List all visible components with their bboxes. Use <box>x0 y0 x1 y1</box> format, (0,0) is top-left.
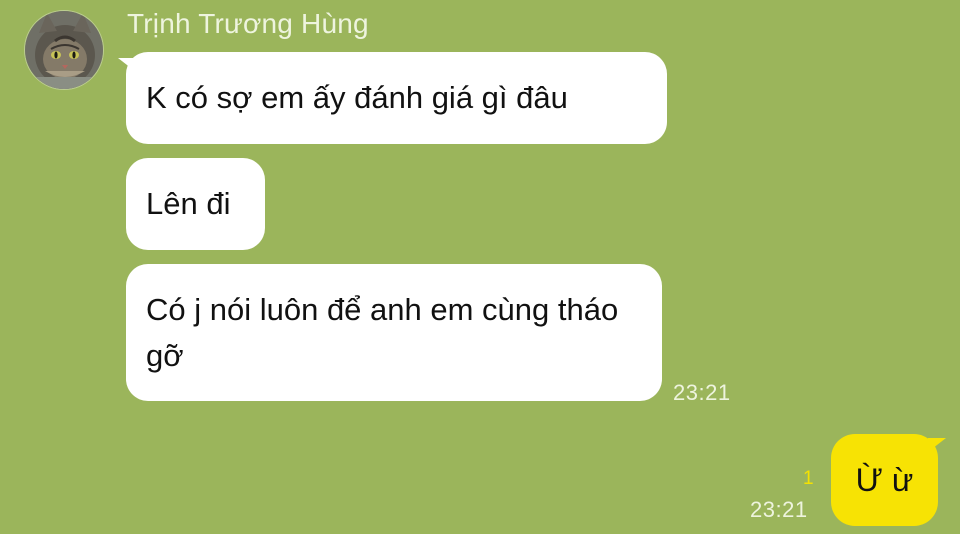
incoming-message[interactable]: K có sợ em ấy đánh giá gì đâu <box>126 52 667 144</box>
incoming-timestamp: 23:21 <box>673 380 731 405</box>
sender-name: Trịnh Trương Hùng <box>127 8 369 39</box>
incoming-message[interactable]: Lên đi <box>126 158 265 250</box>
avatar[interactable] <box>24 10 104 90</box>
outgoing-timestamp: 23:21 <box>750 497 808 522</box>
cat-avatar-icon <box>25 11 103 89</box>
outgoing-message[interactable]: Ừ ừ <box>831 434 938 526</box>
read-count: 1 <box>803 468 814 489</box>
chat-window: Trịnh Trương Hùng K có sợ em ấy đánh giá… <box>0 0 960 534</box>
incoming-message[interactable]: Có j nói luôn để anh em cùng tháo gỡ <box>126 264 662 401</box>
